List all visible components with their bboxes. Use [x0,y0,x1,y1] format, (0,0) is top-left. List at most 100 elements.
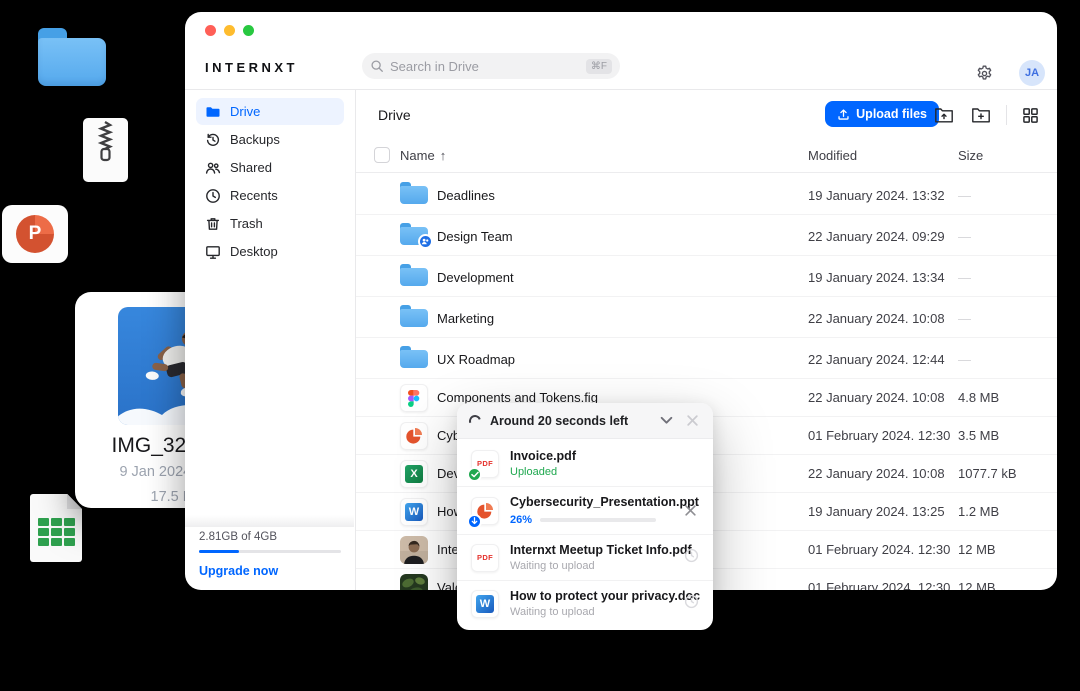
table-row-design-team[interactable]: Design Team 22 January 2024. 09:29 — [356,218,1057,256]
file-name: UX Roadmap [437,352,515,367]
zipper-icon [83,118,128,182]
upload-status: Waiting to upload [510,560,673,572]
upload-files-button[interactable]: Upload files [825,101,939,127]
cancel-upload-icon[interactable] [682,502,699,519]
user-avatar[interactable]: JA [1019,60,1045,86]
progress-bar [540,518,656,522]
file-name: Inte [437,542,459,557]
photo-thumbnail-leaves [400,574,428,590]
column-header-size[interactable]: Size [958,148,983,163]
close-popup-icon[interactable] [684,412,701,429]
file-size-cell: — [958,311,971,326]
modified-date: 22 January 2024. 12:44 [808,352,945,367]
modified-date: 22 January 2024. 10:08 [808,466,945,481]
keyboard-shortcut-badge: ⌘F [586,59,612,74]
pdf-file-icon: PDF [471,544,499,572]
toolbar-icons [932,104,1041,126]
sidebar-item-recents[interactable]: Recents [196,182,344,209]
upload-item-privacy-doc: W How to protect your privacy.doc Waitin… [457,580,713,626]
upgrade-link[interactable]: Upgrade now [199,564,341,578]
excel-file-icon: X [400,460,428,488]
table-row-development[interactable]: Development 19 January 2024. 13:34 — [356,259,1057,297]
storage-usage: 2.81GB of 4GB [199,531,341,543]
photo-thumbnail-portrait [400,536,428,564]
desktop-background: P [0,0,1080,691]
search-input[interactable] [390,59,580,74]
sidebar-item-shared[interactable]: Shared [196,154,344,181]
new-folder-button[interactable] [969,104,993,126]
upload-file-name: How to protect your privacy.doc [510,589,673,603]
spreadsheet-grid [38,518,75,546]
close-window-button[interactable] [205,25,216,36]
upload-file-name: Cybersecurity_Presentation.ppt [510,495,671,509]
search-bar[interactable]: ⌘F [362,53,620,79]
file-size-cell: — [958,188,971,203]
desktop-folder-icon [38,28,106,86]
sidebar-item-label: Backups [230,132,280,147]
file-size-cell: 12 MB [958,542,996,557]
file-name: Deadlines [437,188,495,203]
storage-progress-bar [199,550,341,553]
select-all-checkbox[interactable] [374,147,390,163]
table-header: Name↑ Modified Size [356,138,1057,173]
sidebar-item-drive[interactable]: Drive [196,98,344,125]
modified-date: 01 February 2024. 12:30 [808,580,950,590]
progress-percent: 26% [510,514,532,526]
word-file-icon: W [471,590,499,618]
upload-files-label: Upload files [856,107,927,121]
waiting-clock-icon [684,594,699,614]
column-header-modified[interactable]: Modified [808,148,857,163]
sidebar-item-label: Trash [230,216,263,231]
minimize-window-button[interactable] [224,25,235,36]
sidebar-item-desktop[interactable]: Desktop [196,238,344,265]
trash-icon [205,216,221,232]
uploaded-check-icon [467,467,482,482]
file-size-cell: 4.8 MB [958,390,999,405]
clock-icon [205,188,221,204]
collapse-chevron-icon[interactable] [658,414,675,427]
folder-body [38,38,106,86]
toolbar-divider [1006,105,1007,125]
sidebar-item-backups[interactable]: Backups [196,126,344,153]
upload-status: Uploaded [510,466,699,478]
maximize-window-button[interactable] [243,25,254,36]
waiting-clock-icon [684,548,699,568]
pdf-file-icon: PDF [471,450,499,478]
powerpoint-logo: P [16,215,54,253]
file-name: Design Team [437,229,513,244]
file-size-cell: 3.5 MB [958,428,999,443]
powerpoint-file-icon [400,422,428,450]
upload-items-list: PDF Invoice.pdf Uploaded [457,439,713,630]
uploading-arrow-icon [467,514,482,529]
storage-section: 2.81GB of 4GB Upgrade now [199,531,341,578]
folder-icon [400,305,428,327]
modified-date: 01 February 2024. 12:30 [808,428,950,443]
backup-history-icon [205,132,221,148]
modified-date: 22 January 2024. 10:08 [808,390,945,405]
upload-item-meetup-ticket: PDF Internxt Meetup Ticket Info.pdf Wait… [457,534,713,580]
upload-icon [837,108,850,121]
file-size-cell: 1.2 MB [958,504,999,519]
folder-icon [400,346,428,368]
table-row-deadlines[interactable]: Deadlines 19 January 2024. 13:32 — [356,177,1057,215]
shared-badge-icon [418,234,433,249]
upload-item-invoice: PDF Invoice.pdf Uploaded [457,441,713,486]
shared-people-icon [205,160,221,176]
table-row-ux-roadmap[interactable]: UX Roadmap 22 January 2024. 12:44 — [356,341,1057,379]
column-header-name[interactable]: Name↑ [400,148,446,163]
sidebar: Drive Backups [185,90,356,590]
modified-date: 01 February 2024. 12:30 [808,542,950,557]
app-logo: INTERNXT [205,60,298,75]
upload-file-name: Invoice.pdf [510,449,699,463]
settings-gear-icon[interactable] [975,64,995,84]
folder-icon [400,264,428,286]
table-row-marketing[interactable]: Marketing 22 January 2024. 10:08 — [356,300,1057,338]
grid-view-button[interactable] [1020,105,1041,126]
sidebar-nav: Drive Backups [185,90,355,273]
word-file-icon: W [400,498,428,526]
zip-file-icon [83,118,128,182]
upload-folder-button[interactable] [932,104,956,126]
upload-eta: Around 20 seconds left [490,414,649,428]
sidebar-item-trash[interactable]: Trash [196,210,344,237]
powerpoint-file-icon: P [2,205,68,263]
